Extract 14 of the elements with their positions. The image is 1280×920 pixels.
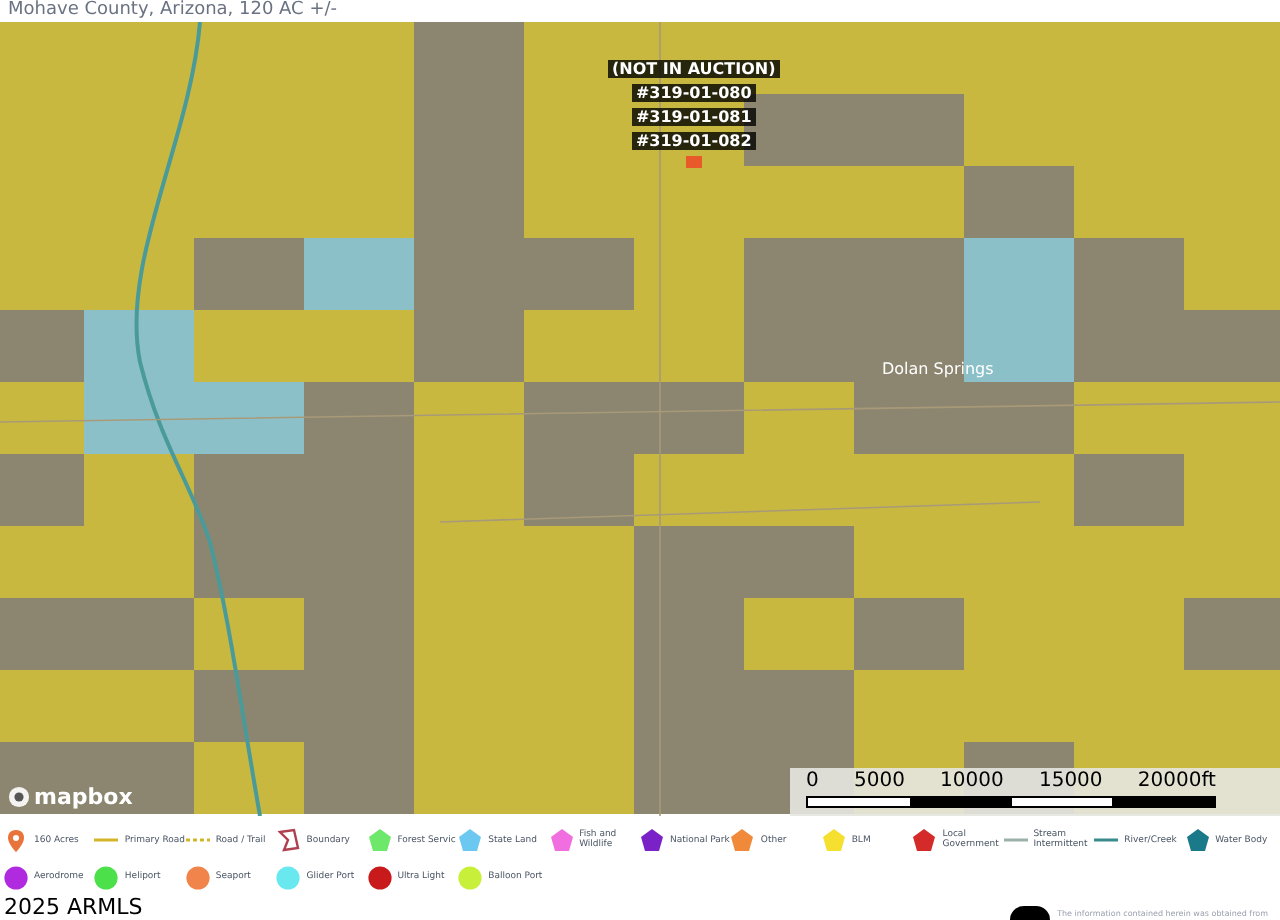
scale-label: 5000 [853,770,905,794]
map-title: Mohave County, Arizona, 120 AC +/- [6,0,340,22]
scale-label: 20000ft [1137,770,1216,794]
lot-label: (NOT IN AUCTION) [608,60,780,78]
scale-label: 0 [806,770,819,794]
copyright-text: 2025 ARMLS [4,896,143,920]
lot-label: #319-01-082 [631,132,756,150]
logo-badge-icon [1009,906,1050,920]
scale-label: 15000 [1038,770,1103,794]
lot-label: #319-01-081 [631,108,756,126]
map-attribution: mapbox [34,786,133,808]
scale-label: 10000 [940,770,1004,794]
lot-label: #319-01-080 [631,84,756,102]
mapbox-logo-icon [8,786,30,808]
